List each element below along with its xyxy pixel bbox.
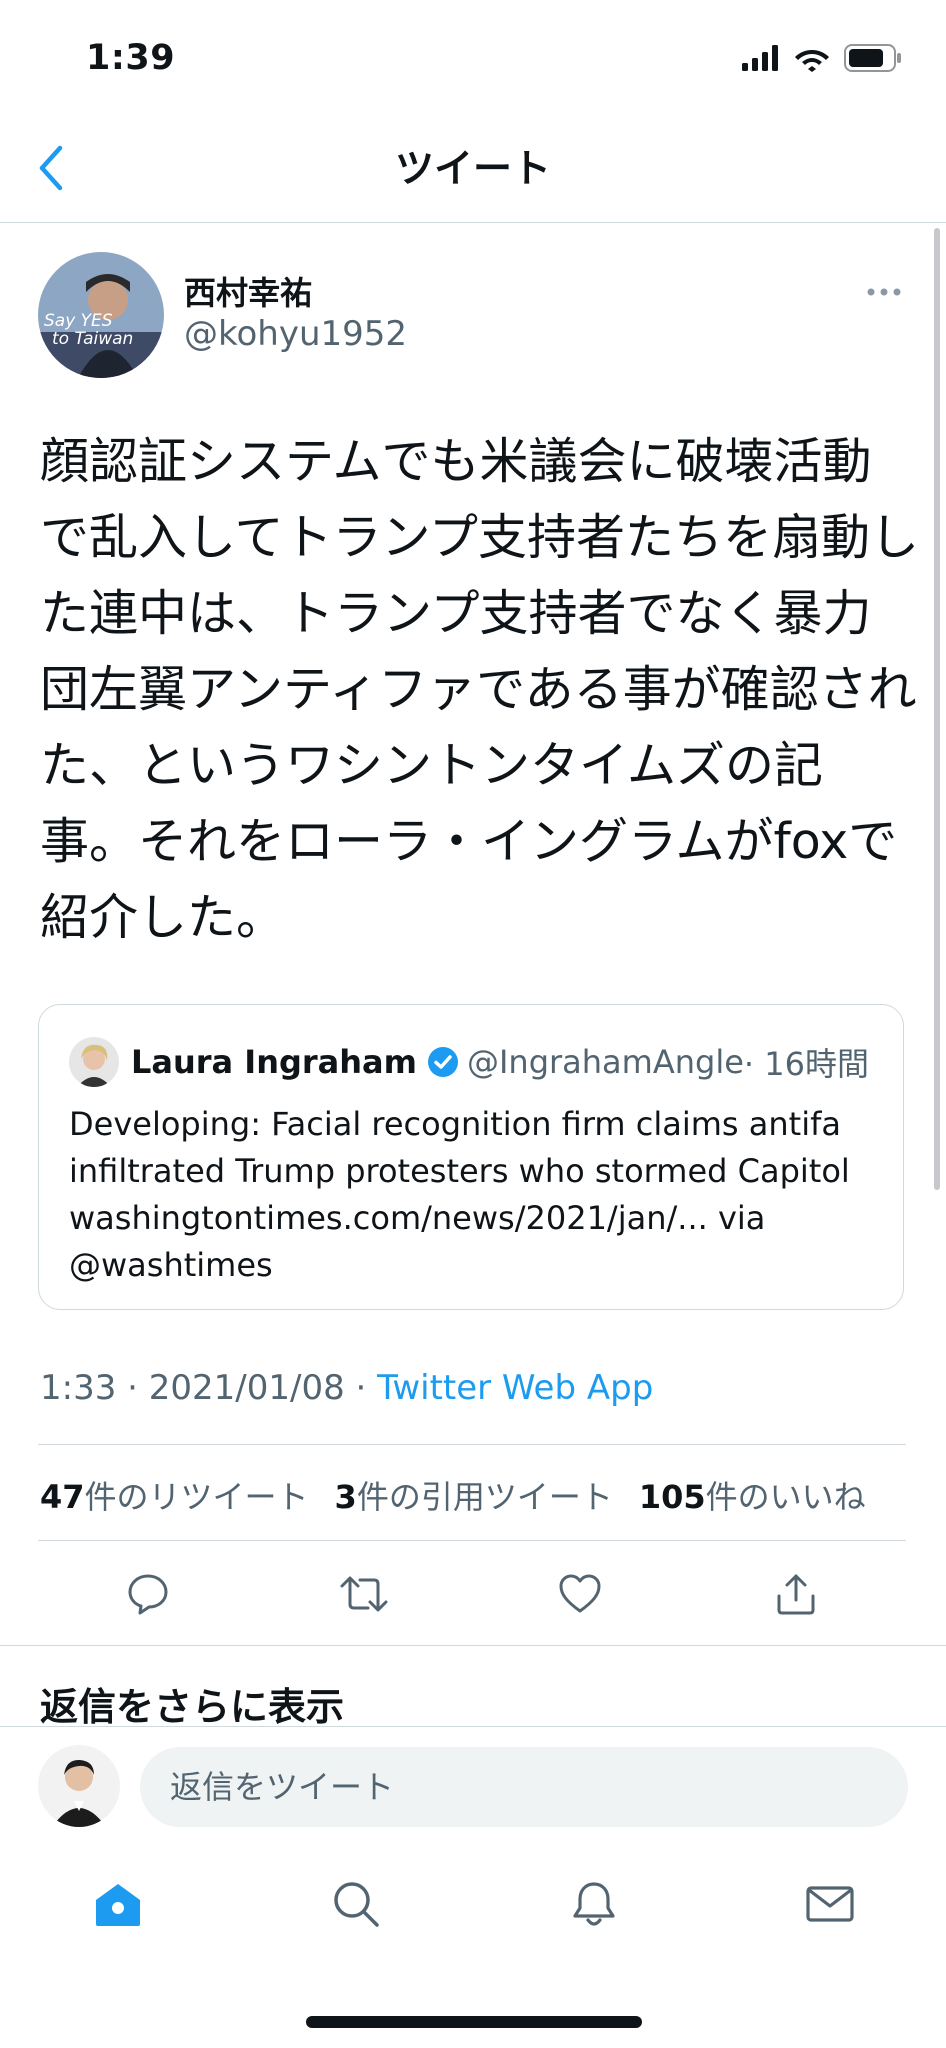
- likes-label: 件のいいね: [705, 1478, 866, 1516]
- home-icon: [92, 1878, 144, 1934]
- quoted-tweet-text: Developing: Facial recognition firm clai…: [69, 1105, 850, 1284]
- likes-count: 105: [638, 1478, 706, 1516]
- nav-bar: ツイート: [0, 120, 946, 223]
- tab-notifications[interactable]: [564, 1876, 624, 1936]
- quoted-tweet-time: · 16時間: [743, 1045, 869, 1083]
- author-name[interactable]: 西村幸祐: [184, 268, 312, 314]
- retweets-label: 件のリツイート: [84, 1478, 309, 1516]
- tweet-stats: 47件のリツイート 3件の引用ツイート 105件のいいね: [40, 1472, 866, 1518]
- share-icon: [772, 1570, 820, 1622]
- search-icon: [330, 1878, 382, 1934]
- retweet-button[interactable]: [334, 1566, 394, 1626]
- my-avatar[interactable]: [38, 1745, 120, 1827]
- avatar-caption: to Taiwan: [52, 329, 133, 349]
- quoted-tweet-header: Laura Ingraham @IngrahamAngle · 16時間: [69, 1037, 869, 1087]
- divider: [38, 1444, 906, 1445]
- quoted-tweet-card[interactable]: Laura Ingraham @IngrahamAngle · 16時間 Dev…: [38, 1004, 904, 1310]
- reply-button[interactable]: [118, 1566, 178, 1626]
- notifications-icon: [568, 1878, 620, 1934]
- verified-badge-icon: [427, 1046, 459, 1078]
- more-button[interactable]: [866, 282, 902, 301]
- scrollbar[interactable]: [934, 228, 940, 1190]
- quotes-count: 3: [334, 1478, 357, 1516]
- battery-icon: [844, 44, 902, 76]
- avatar-caption: Say YES: [44, 311, 113, 331]
- tweet-time: 1:33 · 2021/01/08 ·: [40, 1368, 378, 1408]
- retweets-stat[interactable]: 47件のリツイート: [40, 1472, 309, 1518]
- like-button[interactable]: [550, 1566, 610, 1626]
- retweets-count: 47: [40, 1478, 85, 1516]
- quoted-author-name: Laura Ingraham: [131, 1043, 417, 1081]
- tweet-text: 顔認証システムでも米議会に破壊活動で乱入してトランプ支持者たちを扇動した連中は、…: [40, 433, 920, 946]
- likes-stat[interactable]: 105件のいいね: [639, 1472, 866, 1518]
- like-icon: [556, 1570, 604, 1622]
- more-horizontal-icon: [866, 282, 902, 301]
- quotes-stat[interactable]: 3件の引用ツイート: [335, 1472, 613, 1518]
- author-handle[interactable]: @kohyu1952: [184, 314, 407, 354]
- tab-home[interactable]: [88, 1876, 148, 1936]
- tweet-source[interactable]: Twitter Web App: [377, 1368, 653, 1408]
- page-title: ツイート: [394, 147, 551, 192]
- reply-icon: [124, 1570, 172, 1622]
- retweet-icon: [336, 1570, 392, 1622]
- messages-icon: [804, 1878, 856, 1934]
- wifi-icon: [794, 44, 830, 76]
- reply-bar: 返信をツイート: [0, 1726, 946, 1837]
- home-indicator[interactable]: [306, 2016, 642, 2028]
- quoted-author-handle: @IngrahamAngle: [466, 1043, 744, 1081]
- quotes-label: 件の引用ツイート: [356, 1478, 613, 1516]
- show-more-replies[interactable]: 返信をさらに表示: [40, 1676, 344, 1731]
- cellular-signal-icon: [742, 45, 780, 75]
- share-button[interactable]: [766, 1566, 826, 1626]
- section-divider: [0, 1645, 946, 1646]
- status-time: 1:39: [86, 38, 176, 78]
- tab-messages[interactable]: [800, 1876, 860, 1936]
- reply-input[interactable]: 返信をツイート: [140, 1747, 908, 1827]
- tab-search[interactable]: [326, 1876, 386, 1936]
- quoted-author-avatar: [69, 1037, 119, 1087]
- author-avatar[interactable]: Say YES to Taiwan: [38, 252, 164, 378]
- status-icons: [742, 44, 902, 76]
- tweet-timestamp: 1:33 · 2021/01/08 · Twitter Web App: [40, 1368, 653, 1408]
- divider: [38, 1540, 906, 1541]
